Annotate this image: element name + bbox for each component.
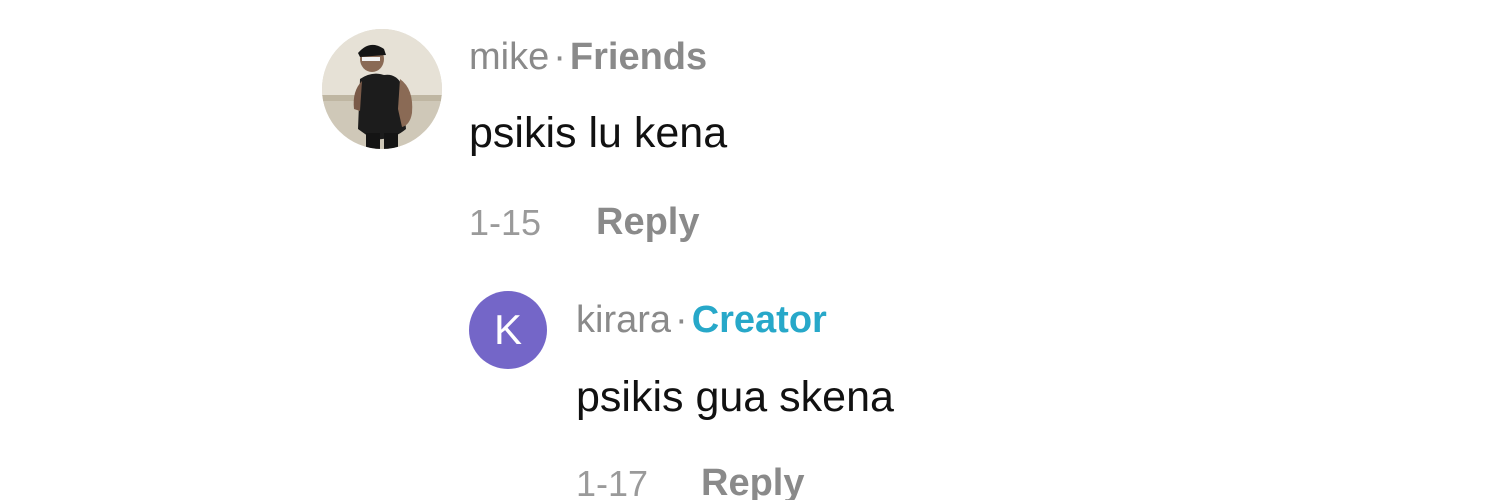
comment-thread: mike · Friends psikis lu kena 1-15 Reply K… <box>0 0 1500 500</box>
relationship-tag: Friends <box>569 36 708 78</box>
comment-date: 1-15 <box>469 202 542 243</box>
comment-meta: kirara · Creator <box>576 301 827 339</box>
comment-text: psikis gua skena <box>576 373 894 421</box>
avatar-letter: K <box>493 306 522 353</box>
avatar[interactable]: K <box>469 291 547 369</box>
reply-button[interactable]: Reply <box>596 203 699 241</box>
comment-date: 1-17 <box>576 463 649 500</box>
creator-tag: Creator <box>691 299 827 341</box>
meta-separator: · <box>675 299 688 341</box>
avatar[interactable] <box>322 29 442 149</box>
meta-separator: · <box>553 36 566 78</box>
comment-meta: mike · Friends <box>469 38 707 76</box>
reply-button[interactable]: Reply <box>701 464 804 500</box>
profile-photo-icon <box>322 29 442 149</box>
author-name[interactable]: kirara <box>576 299 671 341</box>
author-name[interactable]: mike <box>469 36 549 78</box>
comment-text: psikis lu kena <box>469 109 728 157</box>
